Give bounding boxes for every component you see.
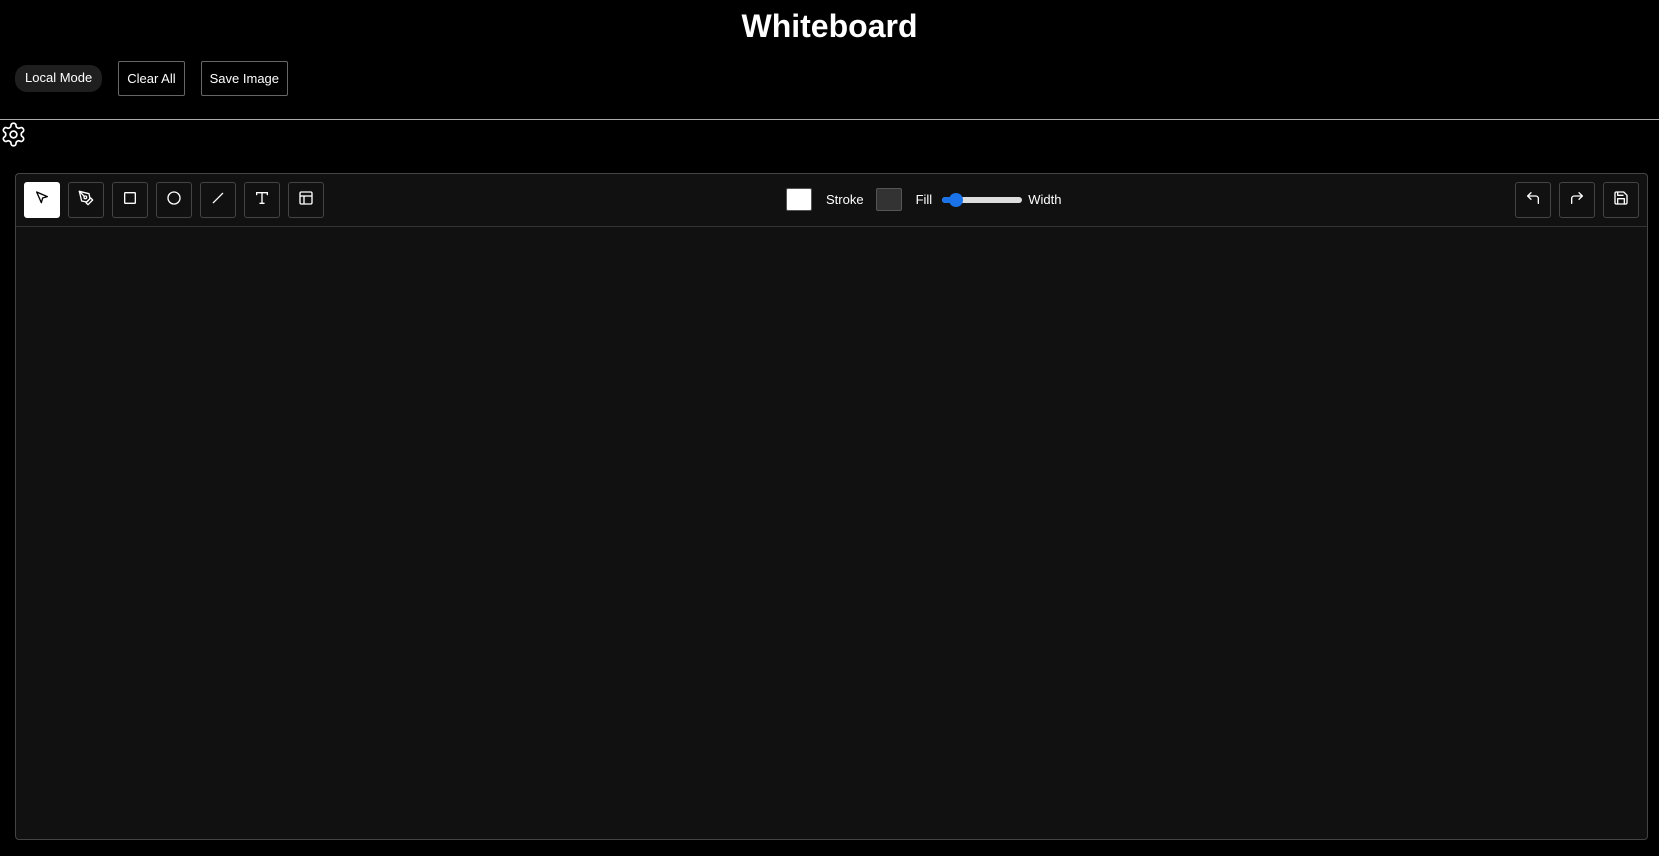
header-divider [0, 119, 1659, 120]
drawing-canvas[interactable] [16, 228, 1647, 839]
stroke-label: Stroke [826, 192, 864, 207]
mode-badge: Local Mode [15, 65, 103, 92]
app-title: Whiteboard [741, 8, 918, 44]
whiteboard: Stroke Fill Width [15, 173, 1648, 840]
line-icon [210, 190, 226, 211]
pointer-arrow-icon [34, 190, 50, 211]
fill-label: Fill [915, 192, 933, 207]
drawing-toolbar: Stroke Fill Width [16, 174, 1647, 227]
text-tool-button[interactable] [244, 182, 280, 218]
layout-icon [298, 190, 314, 211]
redo-icon [1569, 190, 1585, 211]
undo-icon [1525, 190, 1541, 211]
pen-nib-icon [78, 190, 94, 211]
rectangle-tool-button[interactable] [112, 182, 148, 218]
clear-all-button[interactable]: Clear All [118, 61, 185, 96]
redo-button[interactable] [1559, 182, 1595, 218]
undo-button[interactable] [1515, 182, 1551, 218]
tool-group [24, 182, 332, 218]
top-controls: Local Mode Clear All Save Image [15, 61, 304, 96]
floppy-disk-icon [1613, 190, 1629, 211]
save-button[interactable] [1603, 182, 1639, 218]
action-group [1507, 182, 1639, 218]
pen-tool-button[interactable] [68, 182, 104, 218]
slider-thumb[interactable] [948, 192, 963, 207]
stroke-color-swatch[interactable] [786, 188, 812, 211]
circle-icon [166, 190, 182, 211]
square-icon [122, 190, 138, 211]
fill-color-swatch[interactable] [875, 188, 902, 211]
circle-tool-button[interactable] [156, 182, 192, 218]
width-label: Width [1028, 192, 1062, 207]
text-t-icon [254, 190, 270, 211]
line-tool-button[interactable] [200, 182, 236, 218]
select-tool-button[interactable] [24, 182, 60, 218]
save-image-button[interactable]: Save Image [200, 61, 289, 96]
gear-icon[interactable] [0, 121, 27, 148]
template-tool-button[interactable] [288, 182, 324, 218]
width-slider[interactable] [942, 192, 1023, 208]
style-controls: Stroke Fill Width [786, 188, 1061, 211]
